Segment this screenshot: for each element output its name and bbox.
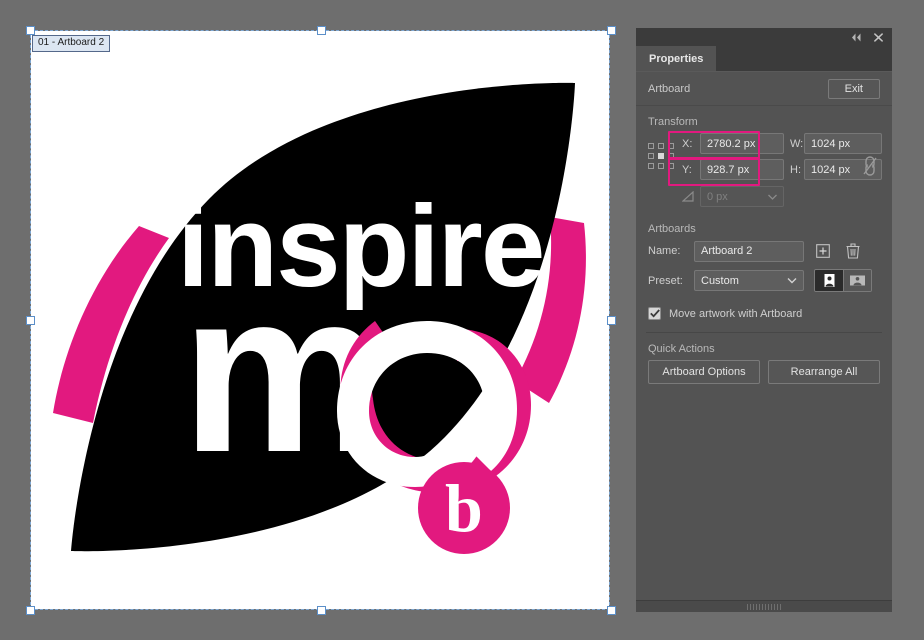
selection-handle-bottom-left[interactable] bbox=[26, 606, 35, 615]
collapse-panel-icon[interactable] bbox=[846, 28, 866, 46]
trash-icon[interactable] bbox=[842, 240, 864, 262]
landscape-orientation-icon[interactable] bbox=[843, 270, 871, 291]
artboard-name-label[interactable]: 01 - Artboard 2 bbox=[32, 35, 111, 52]
selection-handle-top-right[interactable] bbox=[607, 26, 616, 35]
tab-properties[interactable]: Properties bbox=[636, 46, 717, 71]
move-artwork-row[interactable]: Move artwork with Artboard bbox=[636, 303, 892, 330]
selection-handle-bottom-right[interactable] bbox=[607, 606, 616, 615]
preset-value-text: Custom bbox=[701, 274, 739, 287]
quick-actions-section: Artboard Options Rearrange All bbox=[636, 360, 892, 384]
name-label: Name: bbox=[648, 245, 681, 257]
y-label: Y: bbox=[682, 163, 692, 176]
selection-handle-bottom-center[interactable] bbox=[317, 606, 326, 615]
artboards-section: Name: Artboard 2 Preset: Custom bbox=[636, 240, 892, 303]
chevron-down-icon[interactable] bbox=[787, 275, 797, 287]
broken-chain-link-icon[interactable] bbox=[862, 155, 882, 179]
inspire-me-logo-artwork[interactable]: inspire m b bbox=[31, 31, 609, 609]
plus-square-icon[interactable] bbox=[812, 240, 834, 262]
selection-handle-top-left[interactable] bbox=[26, 26, 35, 35]
reference-point-grid-icon[interactable] bbox=[648, 143, 676, 171]
selection-handle-middle-left[interactable] bbox=[26, 316, 35, 325]
selection-handle-middle-right[interactable] bbox=[607, 316, 616, 325]
shear-value-text: 0 px bbox=[707, 190, 728, 203]
y-field[interactable]: 928.7 px bbox=[700, 159, 784, 180]
orientation-button-group[interactable] bbox=[814, 269, 872, 292]
quick-actions-section-title: Quick Actions bbox=[648, 343, 715, 355]
panel-object-header: Artboard Exit bbox=[636, 72, 892, 106]
w-label: W: bbox=[790, 137, 804, 150]
chevron-down-icon[interactable] bbox=[768, 191, 777, 203]
preset-label: Preset: bbox=[648, 274, 683, 287]
object-type-label: Artboard bbox=[648, 82, 691, 95]
artboards-section-title: Artboards bbox=[648, 223, 696, 235]
badge-letter: b bbox=[445, 470, 483, 546]
move-artwork-checkbox[interactable] bbox=[648, 307, 661, 320]
transform-fields-grid: X: 2780.2 px W: 1024 px Y: 928.7 px H: 1… bbox=[682, 133, 882, 180]
x-label: X: bbox=[682, 137, 693, 150]
shear-value-field[interactable]: 0 px bbox=[700, 186, 784, 207]
artboard-preset-row: Preset: Custom bbox=[648, 269, 880, 292]
w-field[interactable]: 1024 px bbox=[804, 133, 882, 154]
artboard-container[interactable]: inspire m b 01 - Artboard 2 bbox=[26, 26, 616, 615]
x-field[interactable]: 2780.2 px bbox=[700, 133, 784, 154]
transform-section-title: Transform bbox=[648, 116, 698, 128]
move-artwork-label: Move artwork with Artboard bbox=[669, 307, 803, 320]
rearrange-all-button[interactable]: Rearrange All bbox=[768, 360, 880, 384]
shear-row: 0 px bbox=[682, 186, 880, 207]
panel-tab-bar[interactable]: Properties bbox=[636, 46, 892, 72]
document-canvas[interactable]: inspire m b 01 - Artboard 2 bbox=[0, 0, 636, 640]
artboard-name-input[interactable]: Artboard 2 bbox=[694, 240, 804, 262]
properties-panel: Properties Artboard Exit Transform X: 27… bbox=[636, 28, 892, 612]
exit-button[interactable]: Exit bbox=[827, 78, 880, 99]
panel-content: Artboard Exit Transform X: 2780.2 px W: … bbox=[636, 72, 892, 612]
illustrator-window: inspire m b 01 - Artboard 2 Properties A… bbox=[0, 0, 924, 640]
checkmark-icon bbox=[649, 309, 660, 318]
artboard-name-row: Name: Artboard 2 bbox=[648, 240, 880, 262]
portrait-orientation-icon[interactable] bbox=[815, 270, 843, 291]
artboard-surface[interactable]: inspire m b bbox=[31, 31, 609, 609]
panel-titlebar[interactable] bbox=[636, 28, 892, 46]
close-icon[interactable] bbox=[868, 28, 888, 46]
transform-section: X: 2780.2 px W: 1024 px Y: 928.7 px H: 1… bbox=[636, 133, 892, 213]
artboard-options-button[interactable]: Artboard Options bbox=[648, 360, 760, 384]
selection-handle-top-center[interactable] bbox=[317, 26, 326, 35]
resize-grip-icon[interactable] bbox=[636, 600, 892, 612]
h-label: H: bbox=[790, 163, 801, 176]
shear-angle-icon bbox=[682, 191, 700, 202]
preset-dropdown[interactable]: Custom bbox=[694, 270, 804, 291]
